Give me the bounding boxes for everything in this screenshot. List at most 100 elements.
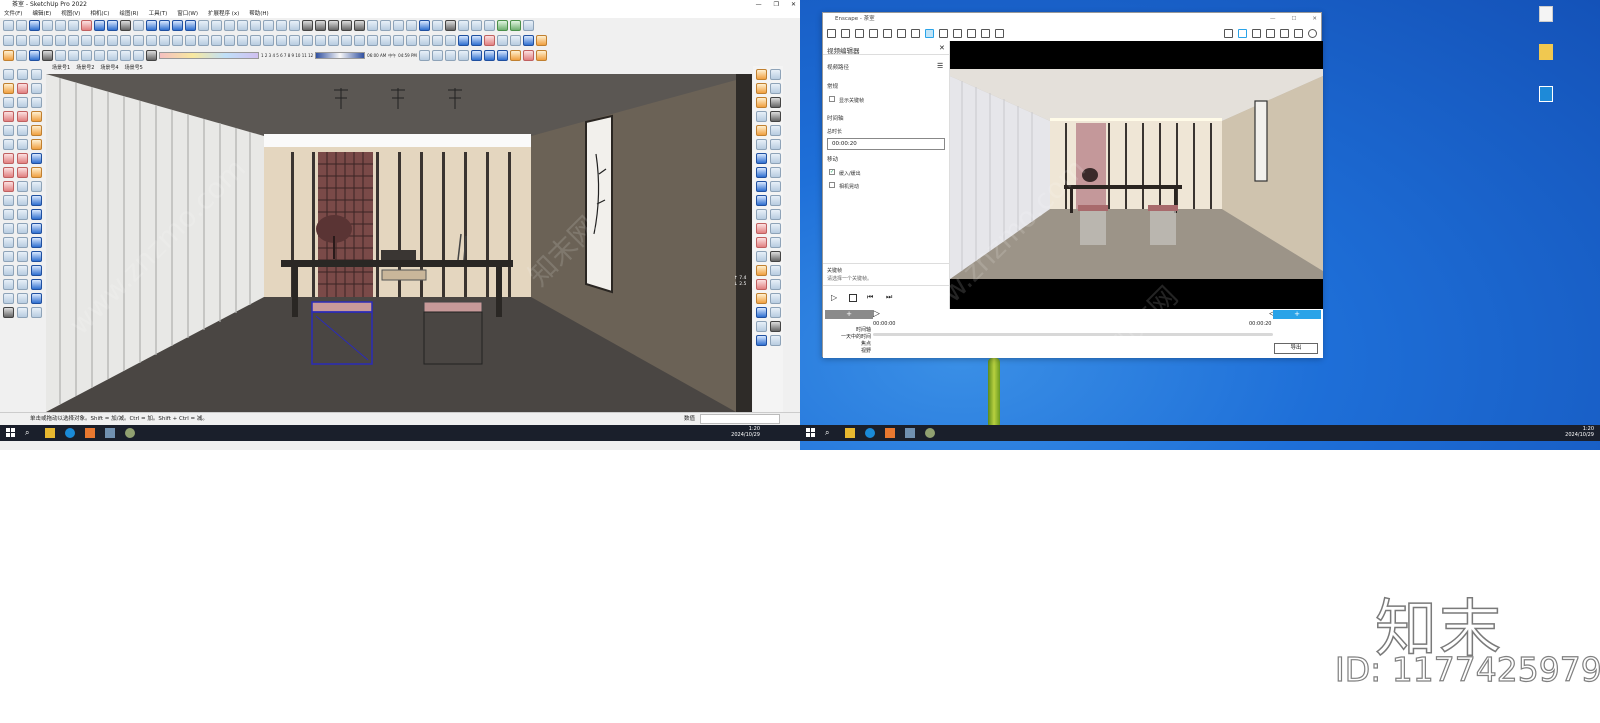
select-tool-icon[interactable] bbox=[3, 69, 14, 80]
tray-x-icon[interactable] bbox=[770, 223, 781, 234]
zoom-icon[interactable] bbox=[3, 251, 14, 262]
tray-g-icon[interactable] bbox=[756, 111, 767, 122]
enscape-sync-icon[interactable] bbox=[496, 50, 508, 61]
month-slider[interactable] bbox=[159, 52, 259, 59]
app-taskbar-icon-2[interactable] bbox=[905, 428, 915, 438]
tray-f-icon[interactable] bbox=[770, 97, 781, 108]
plugin-f-icon[interactable] bbox=[510, 20, 521, 31]
tool-d-icon[interactable] bbox=[3, 111, 14, 122]
view-top-icon[interactable] bbox=[159, 20, 170, 31]
minimize-button[interactable]: — bbox=[756, 0, 762, 10]
tray-o-icon[interactable] bbox=[756, 167, 767, 178]
look-tool-icon[interactable] bbox=[17, 279, 28, 290]
tool-r-icon[interactable] bbox=[17, 293, 28, 304]
trimble-icon[interactable] bbox=[354, 20, 365, 31]
follow-me-icon[interactable] bbox=[17, 153, 28, 164]
tray-v-icon[interactable] bbox=[770, 209, 781, 220]
view-back-icon[interactable] bbox=[198, 20, 209, 31]
hidden-line-icon[interactable] bbox=[250, 20, 261, 31]
tray-z-icon[interactable] bbox=[770, 237, 781, 248]
tool-m-icon[interactable] bbox=[31, 223, 42, 234]
scale-icon[interactable] bbox=[120, 35, 131, 46]
model-viewport[interactable] bbox=[46, 74, 752, 412]
plugin-b-icon[interactable] bbox=[380, 20, 391, 31]
annotate-icon[interactable] bbox=[1266, 28, 1275, 38]
zoom-extents-icon[interactable] bbox=[3, 265, 14, 276]
add-keyframe-start-button[interactable]: + bbox=[825, 310, 873, 319]
lasso-icon[interactable] bbox=[17, 69, 28, 80]
export-icon[interactable] bbox=[981, 28, 990, 38]
tray-am-icon[interactable] bbox=[770, 335, 781, 346]
menu-camera[interactable]: 相机(C) bbox=[90, 10, 109, 18]
render-c-icon[interactable] bbox=[535, 50, 547, 61]
menu-view[interactable]: 视图(V) bbox=[61, 10, 80, 18]
circle-icon[interactable] bbox=[3, 139, 14, 150]
3dtext-icon[interactable] bbox=[17, 223, 28, 234]
enscape-taskbar-icon-2[interactable] bbox=[925, 428, 935, 438]
round-icon[interactable] bbox=[42, 35, 53, 46]
record-icon[interactable] bbox=[484, 35, 495, 46]
depth-icon[interactable] bbox=[94, 50, 105, 61]
axes-tool-icon[interactable] bbox=[3, 223, 14, 234]
section-icon[interactable] bbox=[341, 35, 352, 46]
fillet-icon[interactable] bbox=[29, 35, 40, 46]
tray-aj-icon[interactable] bbox=[770, 307, 781, 318]
tray-r-icon[interactable] bbox=[770, 181, 781, 192]
tool-f-icon[interactable] bbox=[31, 125, 42, 136]
cut-icon[interactable] bbox=[42, 20, 53, 31]
trim-icon[interactable] bbox=[172, 35, 183, 46]
sun-icon[interactable] bbox=[536, 35, 547, 46]
enscape-taskbar-icon[interactable] bbox=[125, 428, 135, 438]
union-icon[interactable] bbox=[198, 35, 209, 46]
enscape-close-button[interactable]: ✕ bbox=[1312, 13, 1317, 25]
panorama-icon[interactable] bbox=[939, 28, 948, 38]
file-explorer-icon-2[interactable] bbox=[845, 428, 855, 438]
tag-icon[interactable] bbox=[328, 35, 339, 46]
extension-icon[interactable] bbox=[107, 50, 118, 61]
desktop-icon-2[interactable] bbox=[1535, 44, 1557, 61]
component-icon[interactable] bbox=[302, 35, 313, 46]
plugin-a-icon[interactable] bbox=[367, 20, 378, 31]
view-left-icon[interactable] bbox=[211, 20, 222, 31]
monochrome-icon[interactable] bbox=[289, 20, 300, 31]
walk-icon[interactable] bbox=[419, 35, 430, 46]
tool-a-icon[interactable] bbox=[3, 97, 14, 108]
show-keyframes-checkbox[interactable] bbox=[829, 96, 835, 102]
save-icon[interactable] bbox=[29, 20, 40, 31]
hide-icon[interactable] bbox=[484, 20, 495, 31]
tray-h-icon[interactable] bbox=[770, 111, 781, 122]
render-preview[interactable] bbox=[950, 41, 1323, 309]
start-marker-icon[interactable]: ▷ bbox=[873, 309, 880, 319]
zoom-window-icon[interactable] bbox=[17, 251, 28, 262]
edge-browser-icon[interactable] bbox=[65, 428, 75, 438]
eye-icon[interactable] bbox=[1280, 28, 1289, 38]
tray-j-icon[interactable] bbox=[770, 125, 781, 136]
capture-icon[interactable] bbox=[497, 35, 508, 46]
settings-small-icon[interactable] bbox=[510, 35, 521, 46]
select-icon[interactable] bbox=[29, 50, 40, 61]
twist-icon[interactable] bbox=[68, 35, 79, 46]
tray-q-icon[interactable] bbox=[756, 181, 767, 192]
tool-o-icon[interactable] bbox=[31, 251, 42, 262]
fog-icon[interactable] bbox=[16, 50, 27, 61]
bend-icon[interactable] bbox=[55, 35, 66, 46]
windows-start-icon[interactable] bbox=[6, 428, 16, 438]
tool-c-icon[interactable] bbox=[31, 97, 42, 108]
align-icon[interactable] bbox=[107, 35, 118, 46]
print-icon[interactable] bbox=[120, 20, 131, 31]
mirror-icon[interactable] bbox=[94, 35, 105, 46]
export-button[interactable]: 导出 bbox=[1274, 343, 1318, 354]
enscape-minimize-button[interactable]: — bbox=[1270, 13, 1276, 25]
enscape-icon[interactable] bbox=[470, 50, 482, 61]
weld-icon[interactable] bbox=[250, 35, 261, 46]
search-icon-2[interactable]: ⌕ bbox=[825, 428, 835, 438]
point-icon[interactable] bbox=[445, 20, 456, 31]
line-icon[interactable] bbox=[458, 20, 469, 31]
tray-ah-icon[interactable] bbox=[770, 293, 781, 304]
scene-tab-5[interactable]: 场景号5 bbox=[125, 64, 143, 73]
eraser-icon[interactable] bbox=[17, 83, 28, 94]
protractor-tool-icon[interactable] bbox=[3, 209, 14, 220]
view-management-icon[interactable] bbox=[855, 28, 864, 38]
scene-tab-2[interactable]: 场景号2 bbox=[76, 64, 94, 73]
tray-k-icon[interactable] bbox=[756, 139, 767, 150]
